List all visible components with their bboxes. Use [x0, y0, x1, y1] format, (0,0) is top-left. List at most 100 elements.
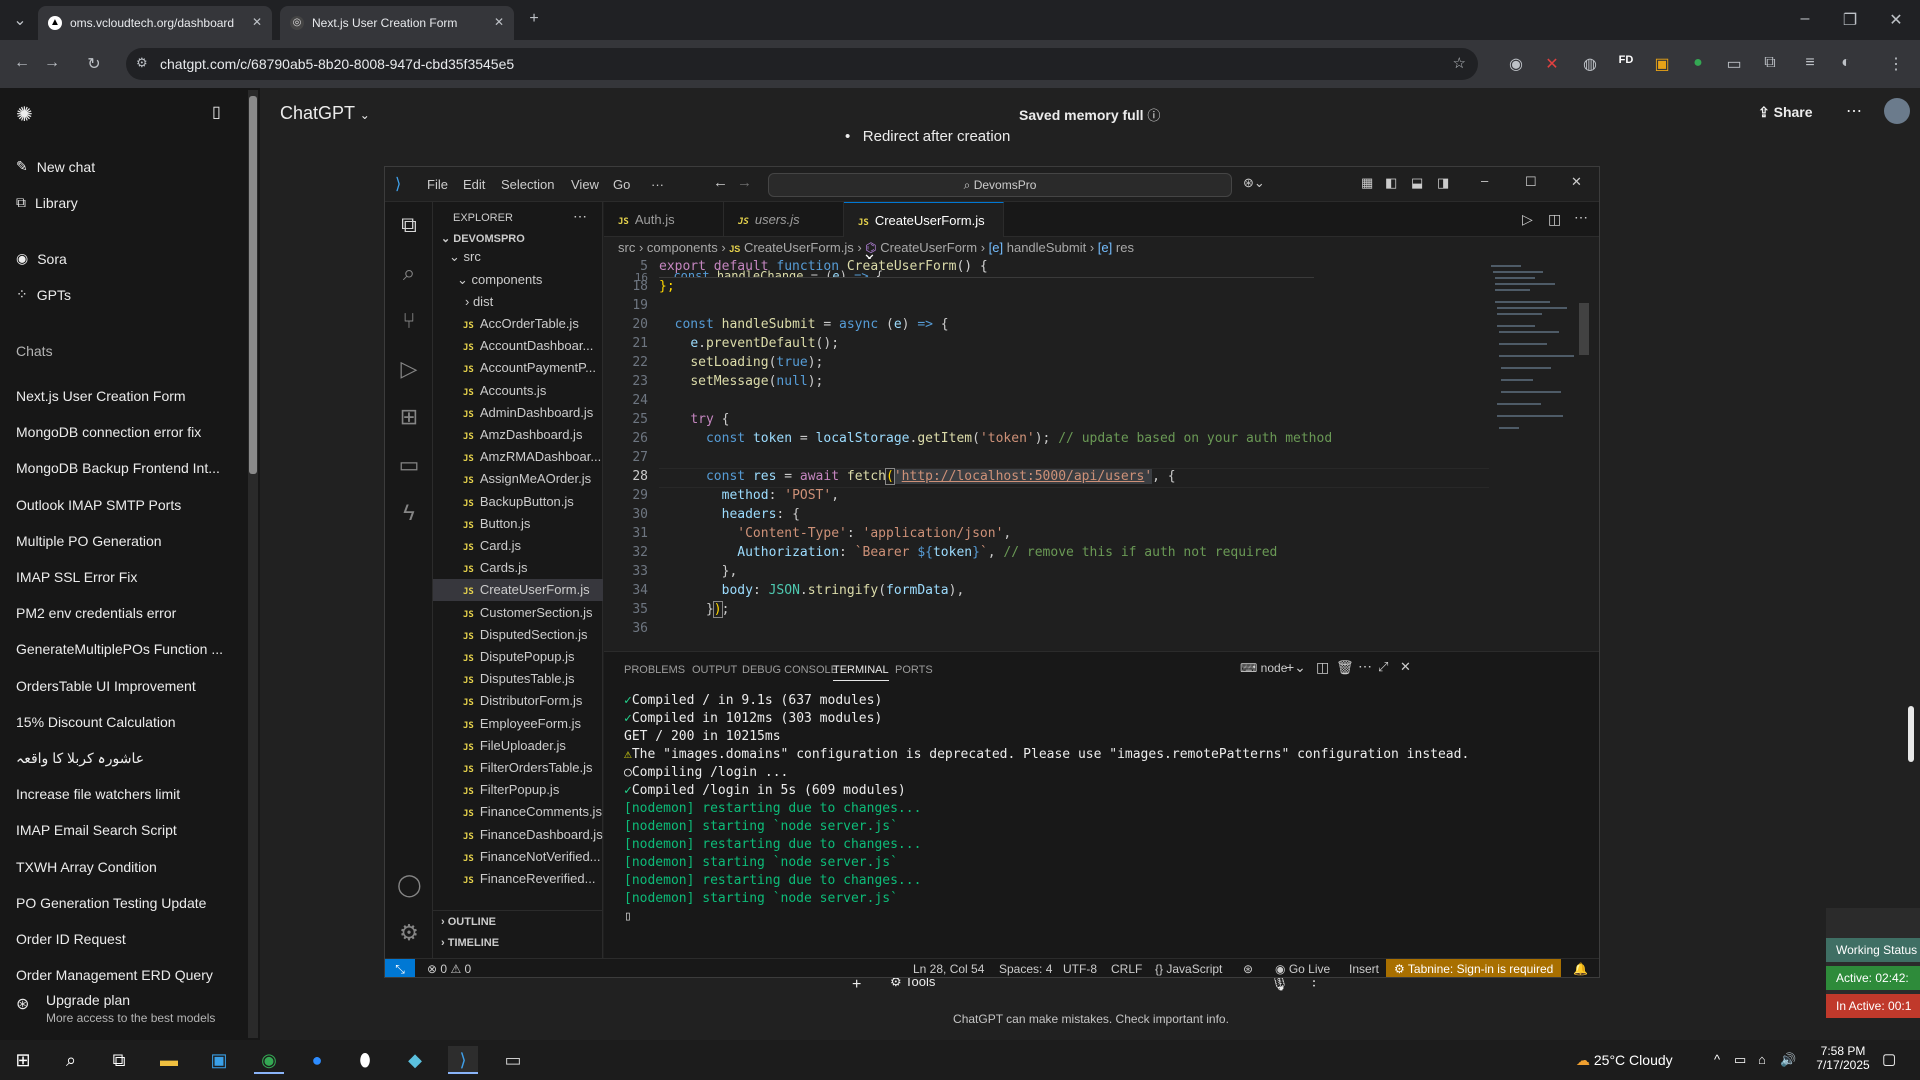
- volume-icon[interactable]: 🔊: [1780, 1052, 1796, 1068]
- memory-status[interactable]: Saved memory full ⓘ: [1019, 105, 1160, 124]
- folder-src[interactable]: ⌄ src: [433, 246, 603, 268]
- chat-list-item[interactable]: TXWH Array Condition: [16, 859, 226, 875]
- menu-file[interactable]: File: [427, 177, 448, 192]
- chat-list-item[interactable]: Order Management ERD Query: [16, 967, 226, 983]
- scrollbar-thumb[interactable]: [249, 96, 257, 474]
- chat-list-item[interactable]: OrdersTable UI Improvement: [16, 678, 226, 694]
- new-tab-icon[interactable]: +: [524, 10, 544, 28]
- editor-mode[interactable]: Insert: [1349, 959, 1379, 977]
- upgrade-icon[interactable]: ⊛: [16, 994, 29, 1014]
- explorer-file[interactable]: JS DisputedSection.js: [433, 624, 603, 646]
- cursor-position[interactable]: Ln 28, Col 54: [913, 959, 984, 977]
- toggle-panel-icon[interactable]: ⬓: [1411, 175, 1423, 191]
- forward-icon[interactable]: →: [42, 54, 62, 72]
- chat-list-item[interactable]: Order ID Request: [16, 931, 226, 947]
- nav-back-icon[interactable]: ←: [713, 174, 728, 191]
- address-bar[interactable]: ⚙ chatgpt.com/c/68790ab5-8b20-8008-947d-…: [126, 48, 1478, 80]
- chat-list-item[interactable]: Outlook IMAP SMTP Ports: [16, 497, 226, 513]
- toggle-sidebar-icon[interactable]: ◧: [1385, 175, 1397, 191]
- run-icon[interactable]: ▷: [1522, 211, 1533, 228]
- split-editor-icon[interactable]: ◫: [1548, 211, 1561, 228]
- app-icon[interactable]: ⬮: [350, 1046, 380, 1074]
- run-debug-icon[interactable]: ▷: [397, 356, 421, 382]
- task-view-icon[interactable]: ⧉: [104, 1046, 134, 1074]
- avatar[interactable]: [1884, 98, 1910, 124]
- copilot-status-icon[interactable]: ⊛: [1243, 959, 1253, 977]
- explorer-file[interactable]: JS AssignMeAOrder.js: [433, 468, 603, 490]
- reload-icon[interactable]: ↻: [84, 54, 104, 74]
- panel-tab-output[interactable]: OUTPUT: [692, 664, 737, 676]
- tab-search-icon[interactable]: ⌄: [10, 10, 30, 30]
- menu-selection[interactable]: Selection: [501, 177, 554, 192]
- notification-center-icon[interactable]: ▢: [1882, 1050, 1896, 1068]
- minimize-icon[interactable]: –: [1481, 173, 1488, 188]
- chat-list-item[interactable]: MongoDB Backup Frontend Int...: [16, 460, 226, 476]
- fd-extension-icon[interactable]: FD: [1616, 54, 1636, 66]
- encoding[interactable]: UTF-8: [1063, 959, 1097, 977]
- browser-tab-oms[interactable]: ▲ oms.vcloudtech.org/dashboard ✕: [38, 6, 272, 40]
- extensions-puzzle-icon[interactable]: ⧉: [1760, 54, 1780, 72]
- explorer-file[interactable]: JS AccountPaymentP...: [433, 357, 603, 379]
- notifications-icon[interactable]: 🔔: [1573, 959, 1588, 977]
- outline-section[interactable]: › OUTLINE: [433, 910, 603, 932]
- explorer-file[interactable]: JS CreateUserForm.js: [433, 579, 603, 602]
- folder-components[interactable]: ⌄ components: [433, 269, 603, 291]
- chat-list-item[interactable]: IMAP SSL Error Fix: [16, 569, 226, 585]
- tabnine-status[interactable]: ⚙ Tabnine: Sign-in is required: [1386, 959, 1562, 977]
- explorer-file[interactable]: JS BackupButton.js: [433, 491, 603, 513]
- openai-logo-icon[interactable]: ✺: [16, 102, 33, 127]
- chrome-icon[interactable]: ◉: [254, 1046, 284, 1074]
- zoom-icon[interactable]: ●: [302, 1046, 332, 1074]
- split-terminal-icon[interactable]: ◫: [1316, 659, 1329, 676]
- start-icon[interactable]: ⊞: [8, 1046, 38, 1074]
- gpts-link[interactable]: ⁘ GPTs: [16, 286, 71, 303]
- store-icon[interactable]: ▣: [204, 1046, 234, 1074]
- explorer-file[interactable]: JS AmzRMADashboar...: [433, 446, 603, 468]
- tab-auth[interactable]: JS Auth.js: [604, 202, 724, 237]
- customize-layout-icon[interactable]: ▦: [1361, 175, 1373, 191]
- accounts-icon[interactable]: ◯: [397, 872, 422, 898]
- vscode-taskbar-icon[interactable]: ⟩: [448, 1046, 478, 1074]
- search-icon[interactable]: ⌕: [56, 1046, 86, 1074]
- close-icon[interactable]: ✕: [1571, 174, 1582, 190]
- explorer-file[interactable]: JS DisputesTable.js: [433, 668, 603, 690]
- extension-x-icon[interactable]: ✕: [1542, 54, 1562, 74]
- chat-list-item[interactable]: Increase file watchers limit: [16, 786, 226, 802]
- breadcrumb-item[interactable]: components: [647, 240, 718, 255]
- explorer-file[interactable]: JS CustomerSection.js: [433, 602, 603, 624]
- explorer-file[interactable]: JS FinanceReverified...: [433, 868, 603, 890]
- library-link[interactable]: ⧉ Library: [16, 194, 78, 211]
- globe-icon[interactable]: ◍: [1580, 54, 1600, 74]
- explorer-file[interactable]: JS FilterPopup.js: [433, 779, 603, 801]
- tray-chevron-icon[interactable]: ^: [1714, 1052, 1720, 1067]
- go-live-button[interactable]: ◉ Go Live: [1275, 959, 1330, 977]
- explorer-icon[interactable]: ⧉: [397, 212, 421, 238]
- upgrade-title[interactable]: Upgrade plan: [46, 992, 130, 1008]
- breadcrumb-item[interactable]: CreateUserForm.js: [744, 240, 854, 255]
- terminal-shell-selector[interactable]: ⌨ node: [1240, 661, 1287, 675]
- chat-list-item[interactable]: MongoDB connection error fix: [16, 424, 226, 440]
- explorer-file[interactable]: JS Button.js: [433, 513, 603, 535]
- menu-view[interactable]: View: [571, 177, 599, 192]
- lightning-icon[interactable]: ϟ: [397, 500, 421, 526]
- explorer-file[interactable]: JS AccOrderTable.js: [433, 313, 603, 335]
- manage-gear-icon[interactable]: ⚙: [397, 920, 421, 946]
- terminal-taskbar-icon[interactable]: ▭: [498, 1046, 528, 1074]
- tray-battery-icon[interactable]: ▭: [1734, 1052, 1746, 1068]
- line-endings[interactable]: CRLF: [1111, 959, 1142, 977]
- chat-list-item[interactable]: IMAP Email Search Script: [16, 822, 226, 838]
- chrome-menu-icon[interactable]: ⋮: [1886, 54, 1906, 74]
- file-explorer-icon[interactable]: ▬: [154, 1046, 184, 1074]
- restore-icon[interactable]: ❐: [1840, 10, 1860, 30]
- explorer-file[interactable]: JS FinanceNotVerified...: [433, 846, 603, 868]
- panel-tab-ports[interactable]: PORTS: [895, 664, 933, 676]
- explorer-file[interactable]: JS AmzDashboard.js: [433, 424, 603, 446]
- chat-list-item[interactable]: عاشورہ کربلا کا واقعہ: [16, 750, 226, 767]
- close-panel-icon[interactable]: ✕: [1400, 659, 1411, 675]
- bookmark-star-icon[interactable]: ☆: [1453, 54, 1466, 72]
- close-tab-icon[interactable]: ✕: [494, 15, 504, 29]
- panel-tab-problems[interactable]: PROBLEMS: [624, 664, 685, 676]
- browser-tab-chatgpt[interactable]: ◎ Next.js User Creation Form ✕: [280, 6, 514, 40]
- explorer-file[interactable]: JS DistributorForm.js: [433, 690, 603, 712]
- explorer-file[interactable]: JS Cards.js: [433, 557, 603, 579]
